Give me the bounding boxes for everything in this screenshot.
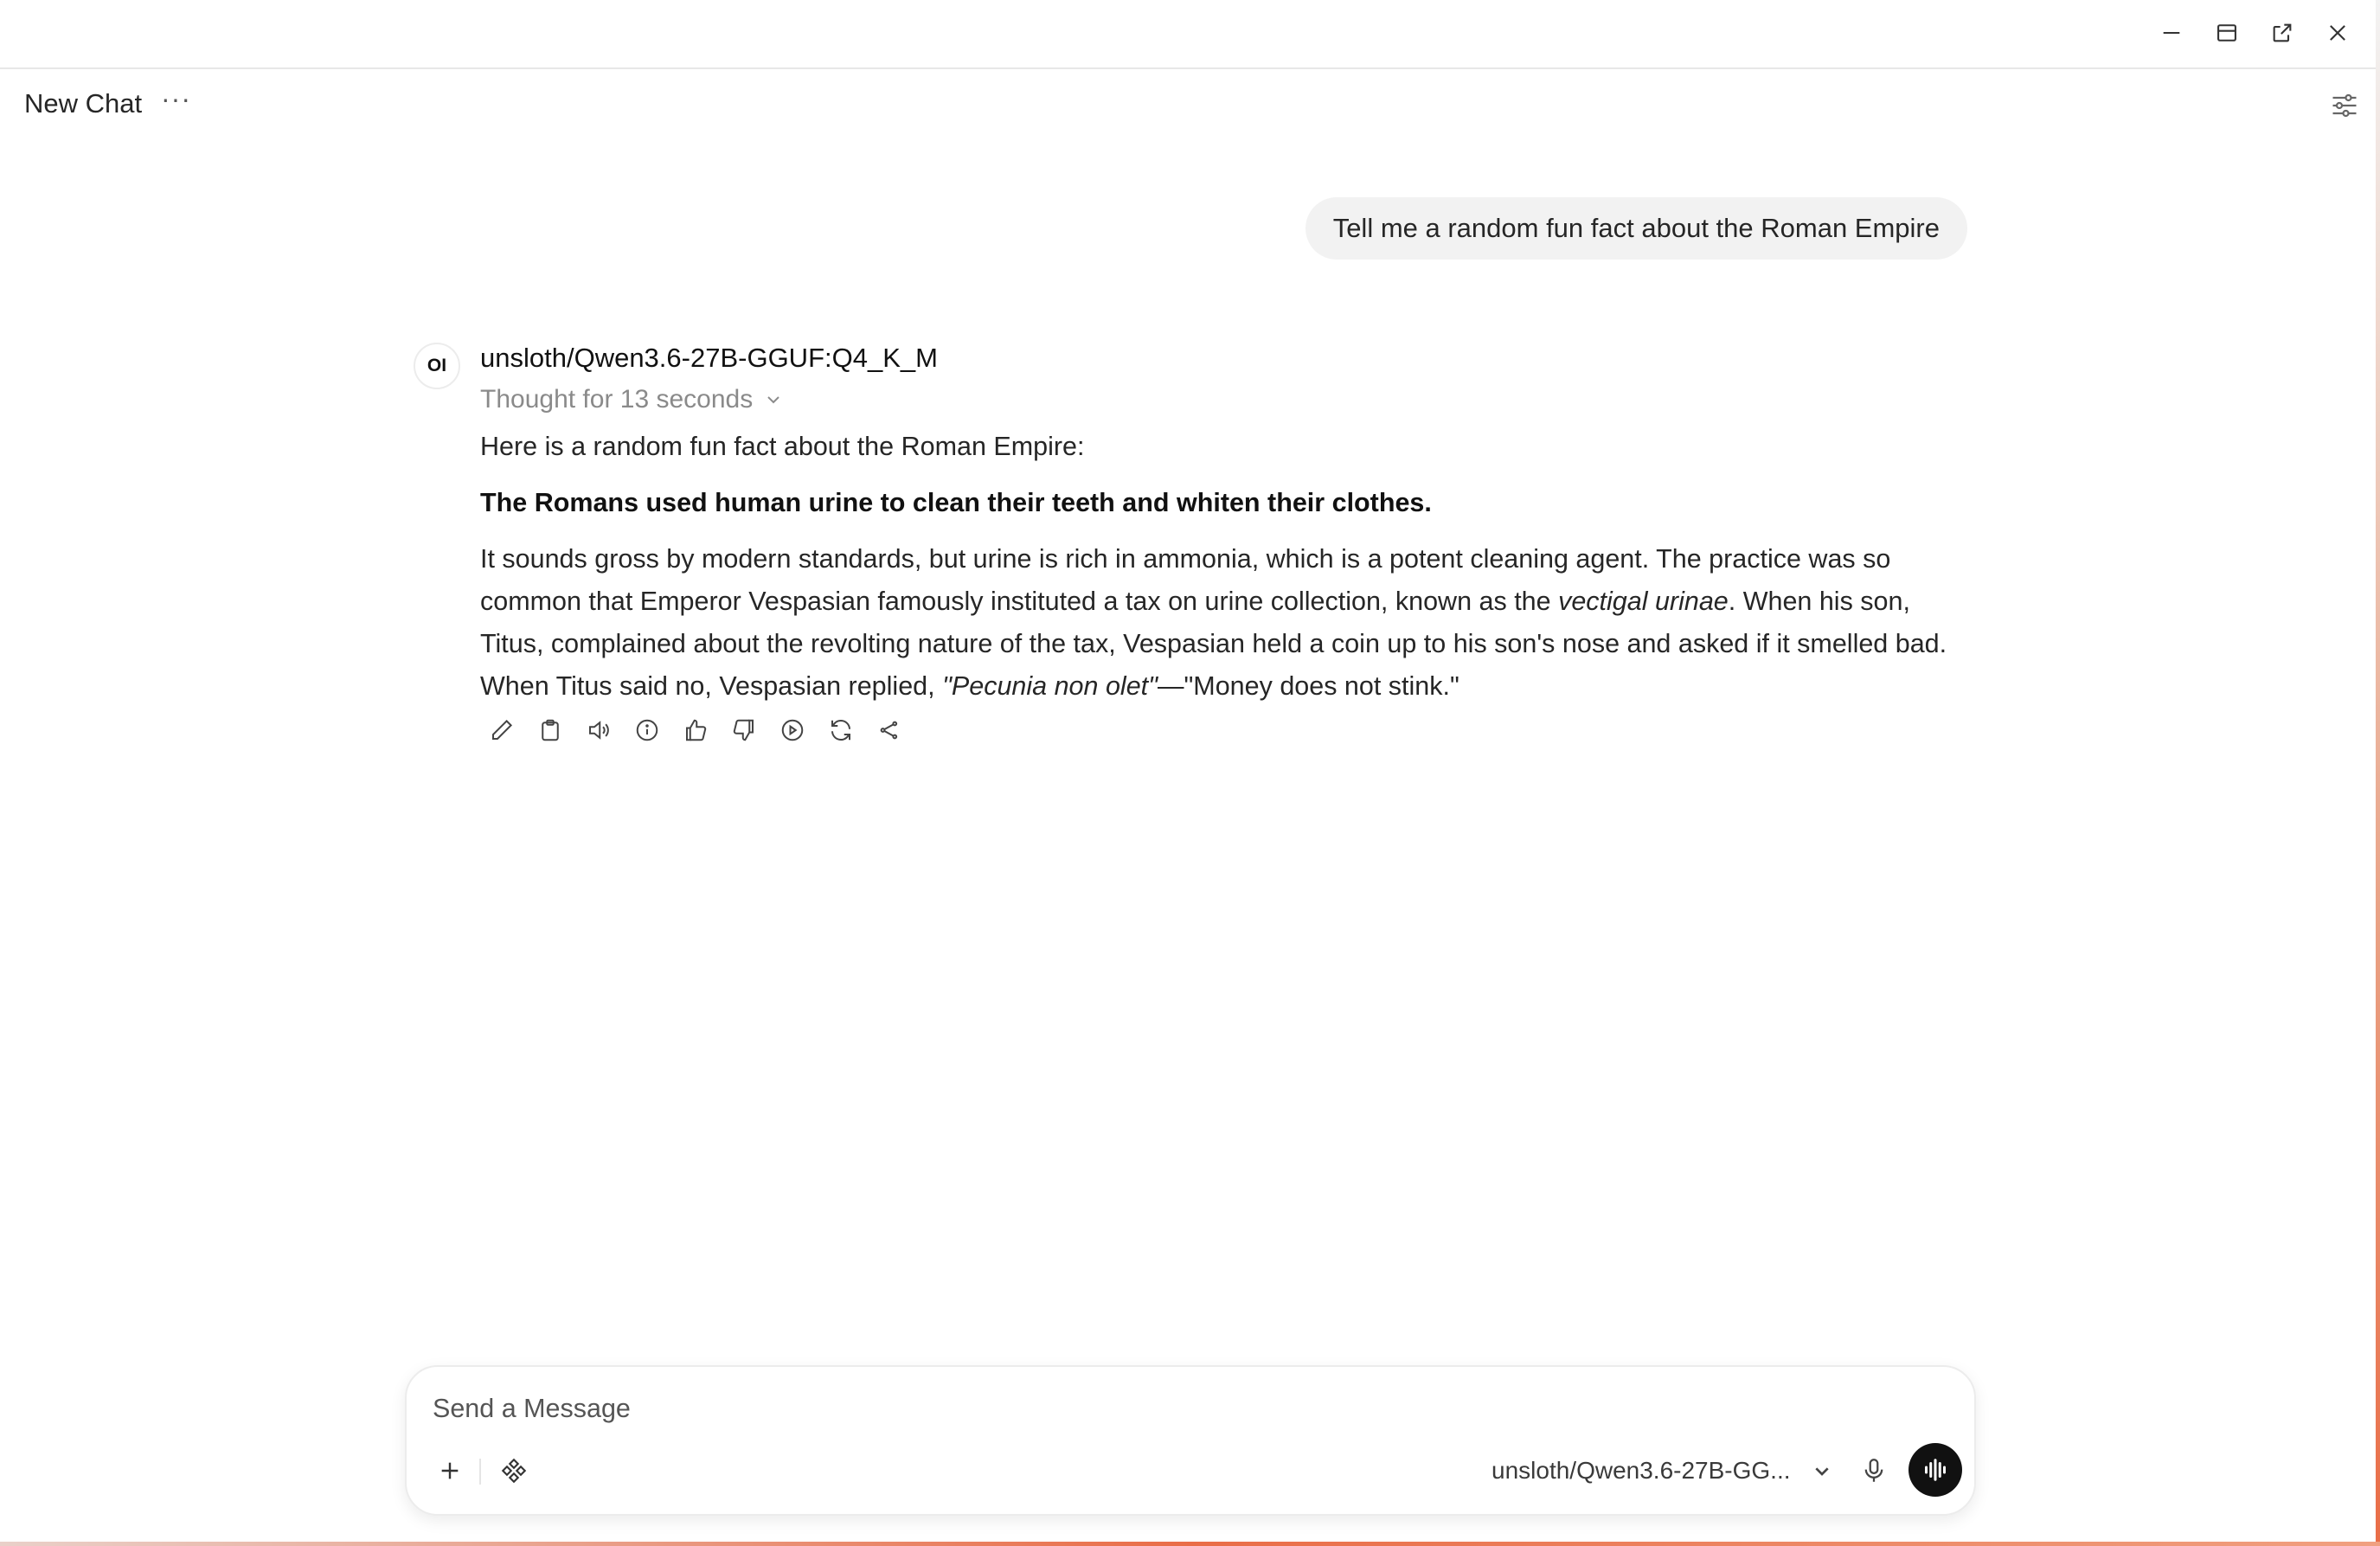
pop-out-icon[interactable]	[2267, 17, 2298, 48]
chat-menu-button[interactable]: ···	[161, 83, 191, 115]
continue-icon[interactable]	[777, 715, 808, 746]
minimize-icon[interactable]	[2156, 17, 2187, 48]
chevron-down-icon	[767, 396, 779, 404]
integrations-button[interactable]	[497, 1453, 531, 1488]
model-avatar: OI	[414, 343, 460, 389]
app-window: New Chat ··· Tell me a random fun fact a…	[0, 0, 2380, 1546]
tools-icon	[501, 1458, 527, 1484]
thumbs-down-icon[interactable]	[728, 715, 760, 746]
chevron-down-icon[interactable]	[1808, 1457, 1836, 1485]
edit-icon[interactable]	[486, 715, 517, 746]
message-headline: The Romans used human urine to clean the…	[480, 488, 1432, 517]
share-icon[interactable]	[874, 715, 905, 746]
thought-toggle[interactable]: Thought for 13 seconds	[480, 385, 784, 414]
thumbs-up-icon[interactable]	[680, 715, 711, 746]
paragraph-italic: "Pecunia non olet"	[942, 671, 1158, 701]
info-icon[interactable]	[632, 715, 663, 746]
chat-controls-icon[interactable]	[2329, 90, 2360, 121]
window-edge	[0, 1542, 2380, 1546]
regenerate-icon[interactable]	[825, 715, 856, 746]
message-intro: Here is a random fun fact about the Roma…	[480, 432, 1085, 461]
thought-label: Thought for 13 seconds	[480, 385, 754, 414]
model-selector[interactable]: unsloth/Qwen3.6-27B-GG...	[1492, 1457, 1791, 1485]
model-name: unsloth/Qwen3.6-27B-GGUF:Q4_K_M	[480, 343, 938, 373]
plus-icon	[441, 1462, 459, 1479]
chat-title[interactable]: New Chat	[24, 88, 142, 119]
microphone-icon[interactable]	[1857, 1453, 1891, 1488]
message-composer: unsloth/Qwen3.6-27B-GG...	[405, 1365, 1976, 1516]
read-aloud-icon[interactable]	[583, 715, 614, 746]
message-input[interactable]	[431, 1386, 1905, 1431]
voice-mode-button[interactable]	[1908, 1443, 1962, 1497]
divider	[479, 1459, 481, 1485]
message-actions	[486, 715, 905, 746]
chat-header: New Chat ···	[0, 69, 2376, 145]
window-titlebar	[0, 0, 2376, 69]
copy-icon[interactable]	[535, 715, 566, 746]
window-edge	[2376, 0, 2380, 1546]
message-paragraph: It sounds gross by modern standards, but…	[480, 538, 1968, 708]
waveform-icon	[1925, 1459, 1946, 1481]
close-icon[interactable]	[2322, 17, 2353, 48]
paragraph-italic: vectigal urinae	[1558, 587, 1729, 616]
user-message: Tell me a random fun fact about the Roma…	[1305, 197, 1967, 260]
assistant-message: Here is a random fun fact about the Roma…	[480, 426, 1968, 722]
paragraph-text: —"Money does not stink."	[1157, 671, 1459, 701]
tile-window-icon[interactable]	[2211, 17, 2242, 48]
add-attachment-button[interactable]	[433, 1453, 467, 1488]
